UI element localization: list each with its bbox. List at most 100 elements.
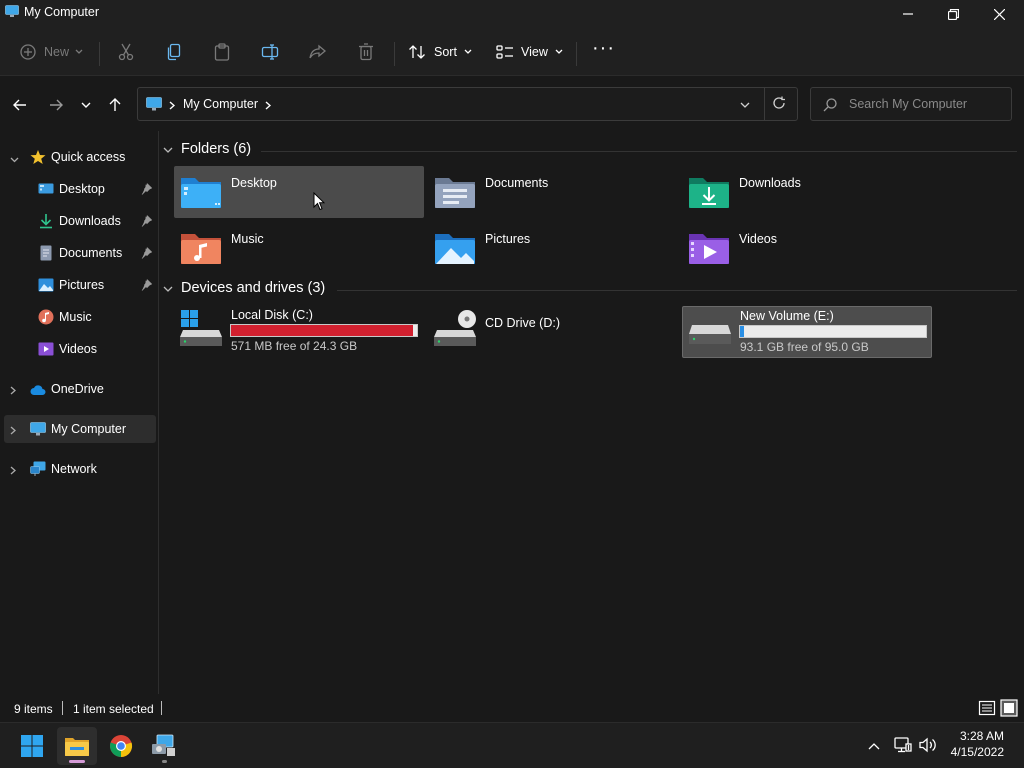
pin-icon[interactable] (141, 279, 152, 291)
forward-button[interactable] (46, 95, 66, 115)
network-status-button[interactable] (894, 737, 912, 756)
cut-icon (118, 43, 134, 61)
group-header-folders[interactable]: Folders (6) (163, 139, 251, 161)
sidebar-item-label: Videos (59, 342, 97, 356)
sidebar-item-desktop[interactable]: Desktop (4, 175, 156, 203)
expand-chevron-right-icon[interactable] (10, 464, 16, 478)
navigation-bar: My Computer (0, 77, 1024, 131)
close-button[interactable] (976, 0, 1022, 28)
chevron-down-icon (81, 102, 91, 108)
folder-name: Videos (739, 232, 777, 246)
taskbar-clock[interactable]: 3:28 AM 4/15/2022 (951, 728, 1004, 760)
command-bar: New Sort View ··· (0, 28, 1024, 76)
details-view-icon[interactable] (978, 699, 996, 717)
folder-tile-pictures[interactable]: Pictures (428, 222, 678, 274)
address-bar[interactable]: My Computer (137, 87, 798, 121)
clock-date: 4/15/2022 (950, 745, 1004, 759)
breadcrumb-separator-icon[interactable] (265, 99, 272, 113)
selection-count: 1 item selected (73, 702, 154, 716)
pin-icon[interactable] (141, 247, 152, 259)
copy-icon (167, 43, 181, 61)
new-button[interactable]: New (20, 40, 83, 64)
restore-icon (947, 8, 959, 20)
refresh-icon (773, 96, 785, 109)
cloud-icon (30, 385, 46, 395)
view-button[interactable]: View (496, 40, 563, 64)
group-header-drives[interactable]: Devices and drives (3) (163, 278, 325, 300)
copy-button[interactable] (166, 40, 182, 64)
drive-tile-d[interactable]: CD Drive (D:) (428, 306, 678, 358)
more-options-button[interactable]: ··· (592, 36, 615, 60)
drive-tile-e[interactable]: New Volume (E:) 93.1 GB free of 95.0 GB (682, 306, 932, 358)
search-input[interactable] (849, 95, 1004, 113)
cd-drive-icon (434, 310, 476, 346)
address-dropdown-button[interactable] (740, 98, 750, 112)
drive-tile-c[interactable]: Local Disk (C:) 571 MB free of 24.3 GB (174, 306, 424, 358)
control-panel-icon (152, 734, 175, 756)
folder-tile-desktop[interactable]: Desktop (174, 166, 424, 218)
folder-tile-music[interactable]: Music (174, 222, 424, 274)
folder-tile-documents[interactable]: Documents (428, 166, 678, 218)
minimize-button[interactable] (885, 0, 931, 28)
view-label: View (521, 45, 548, 59)
item-count: 9 items (14, 702, 53, 716)
sidebar-item-label: OneDrive (51, 382, 104, 396)
volume-button[interactable] (919, 737, 937, 756)
star-icon (30, 150, 46, 164)
drive-usage-bar (739, 325, 927, 338)
start-button[interactable] (12, 727, 52, 765)
taskbar-file-explorer[interactable] (57, 727, 97, 765)
sidebar-item-quick-access[interactable]: Quick access (4, 143, 156, 171)
toolbar-separator (576, 42, 577, 66)
pin-icon[interactable] (141, 215, 152, 227)
taskbar-chrome[interactable] (101, 727, 141, 765)
windows-start-icon (21, 735, 43, 757)
drive-usage-fill (231, 325, 413, 336)
sidebar-item-label: My Computer (51, 422, 127, 436)
sidebar-item-my-computer[interactable]: My Computer (4, 415, 156, 443)
folder-tile-videos[interactable]: Videos (682, 222, 932, 274)
breadcrumb-my-computer[interactable]: My Computer (183, 97, 258, 111)
address-separator (764, 88, 765, 120)
sidebar-item-label: Downloads (59, 214, 121, 228)
pin-icon[interactable] (141, 183, 152, 195)
toolbar-separator (394, 42, 395, 66)
status-separator (62, 701, 63, 715)
recent-locations-button[interactable] (76, 95, 96, 115)
taskbar-control-panel[interactable] (144, 727, 184, 765)
rename-button[interactable] (261, 40, 279, 64)
up-button[interactable] (105, 95, 125, 115)
sidebar-item-label: Pictures (59, 278, 105, 292)
search-box[interactable] (810, 87, 1012, 121)
tiles-view-icon[interactable] (1000, 699, 1018, 717)
expand-chevron-down-icon[interactable] (10, 152, 19, 166)
sidebar-item-videos[interactable]: Videos (4, 335, 156, 363)
title-bar: My Computer (0, 0, 1024, 28)
expand-chevron-right-icon[interactable] (10, 424, 16, 438)
sidebar-item-downloads[interactable]: Downloads (4, 207, 156, 235)
sort-button[interactable]: Sort (408, 40, 472, 64)
cut-button[interactable] (118, 40, 134, 64)
paste-button[interactable] (214, 40, 230, 64)
windows-drive-icon (180, 310, 222, 346)
sidebar-item-music[interactable]: Music (4, 303, 156, 331)
drive-usage-bar (230, 324, 418, 337)
chevron-down-icon (464, 49, 472, 54)
sidebar-item-network[interactable]: Network (4, 455, 156, 483)
drive-free-space: 93.1 GB free of 95.0 GB (740, 340, 869, 354)
sidebar-item-documents[interactable]: Documents (4, 239, 156, 267)
active-app-indicator (69, 760, 85, 763)
sidebar-item-onedrive[interactable]: OneDrive (4, 375, 156, 403)
expand-chevron-right-icon[interactable] (10, 384, 16, 398)
show-hidden-icons-button[interactable] (868, 739, 880, 753)
share-button[interactable] (309, 40, 327, 64)
back-button[interactable] (10, 95, 30, 115)
restore-button[interactable] (930, 0, 976, 28)
folder-tile-downloads[interactable]: Downloads (682, 166, 932, 218)
pictures-icon (38, 278, 54, 292)
arrow-left-icon (13, 99, 26, 111)
sidebar-item-pictures[interactable]: Pictures (4, 271, 156, 299)
running-app-indicator (162, 760, 167, 763)
refresh-button[interactable] (772, 96, 786, 113)
delete-button[interactable] (358, 40, 374, 64)
